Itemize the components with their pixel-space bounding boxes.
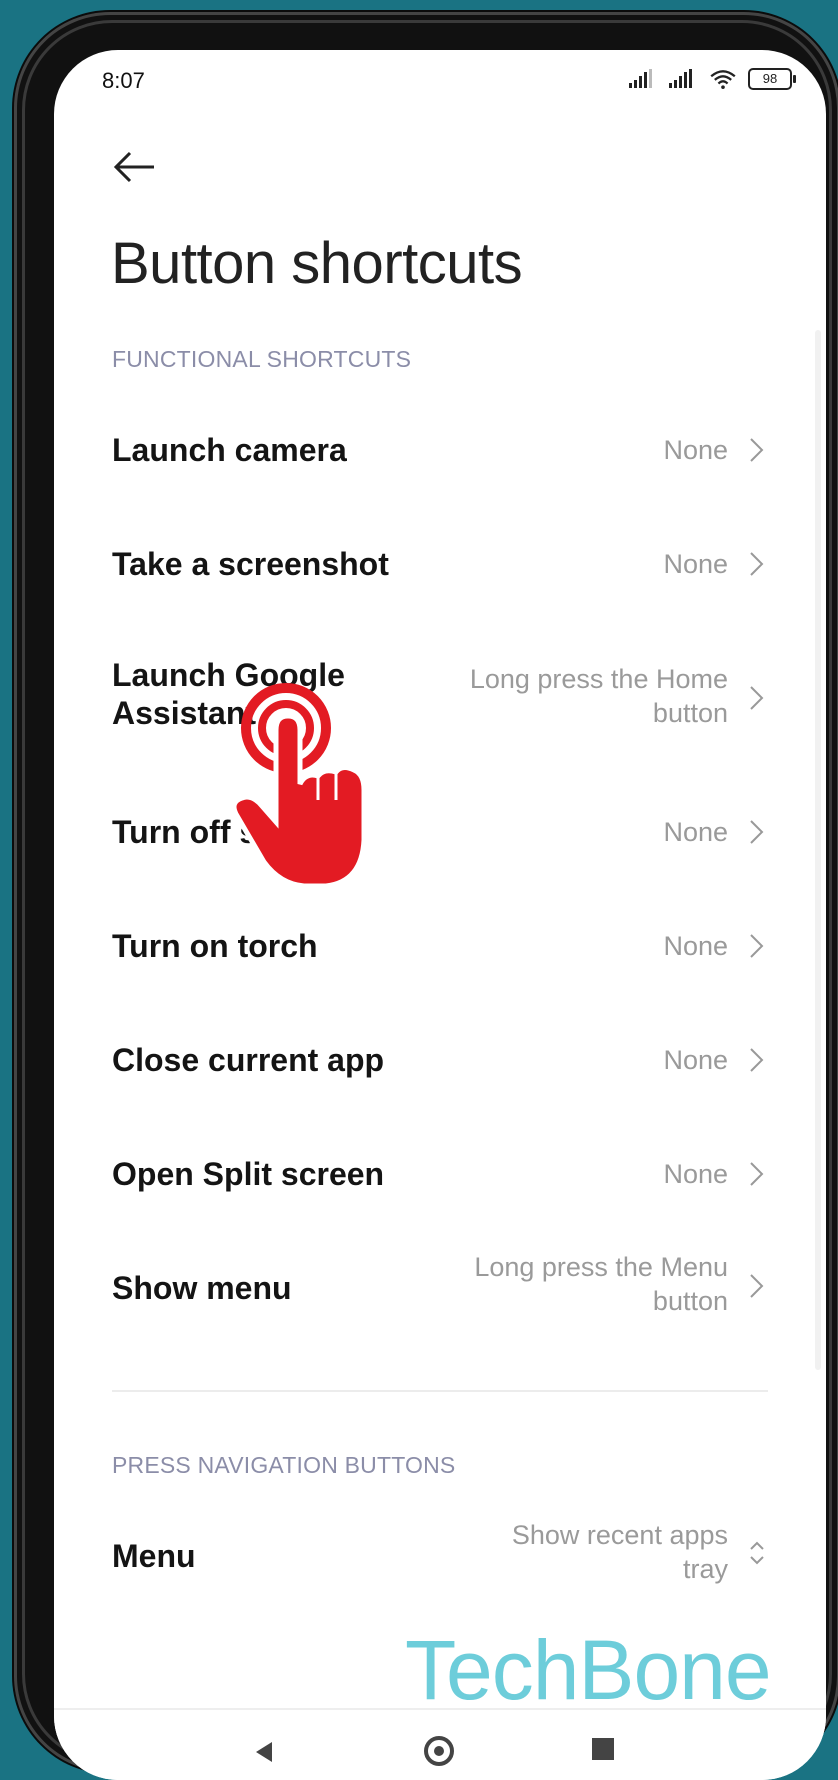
row-value: None — [663, 1159, 728, 1189]
row-value-line2: tray — [682, 1554, 728, 1584]
row-value-line1: Show recent apps — [511, 1520, 728, 1550]
chevron-up-down-icon — [750, 1541, 764, 1565]
chevron-right-icon — [750, 438, 764, 462]
row-label: Menu — [112, 1538, 196, 1574]
chevron-right-icon — [750, 552, 764, 576]
divider — [112, 1390, 768, 1392]
section-functional-shortcuts: FUNCTIONAL SHORTCUTS — [112, 346, 412, 372]
row-menu[interactable]: Menu Show recent apps tray — [112, 1506, 768, 1606]
chevron-right-icon — [750, 1274, 764, 1298]
row-value: None — [663, 931, 728, 961]
row-value: None — [663, 817, 728, 847]
tap-hand-icon — [232, 683, 367, 889]
chevron-right-icon — [750, 1048, 764, 1072]
row-label: Launch camera — [112, 432, 347, 468]
row-turn-on-torch[interactable]: Turn on torch None — [112, 918, 768, 974]
battery-icon: 98 — [748, 68, 796, 90]
nav-home-icon[interactable] — [424, 1736, 454, 1766]
phone-frame: 8:07 98 Button shortcuts FUNCTIONAL SHOR… — [14, 12, 838, 1780]
nav-recents-icon[interactable] — [592, 1738, 614, 1760]
chevron-right-icon — [750, 686, 764, 710]
signal-icon — [629, 69, 652, 88]
row-label: Show menu — [112, 1270, 292, 1306]
chevron-right-icon — [750, 1162, 764, 1186]
status-time: 8:07 — [102, 68, 145, 93]
row-take-screenshot[interactable]: Take a screenshot None — [112, 536, 768, 592]
wifi-icon — [710, 70, 736, 89]
row-value: None — [663, 435, 728, 465]
row-label: Open Split screen — [112, 1156, 385, 1192]
row-close-current-app[interactable]: Close current app None — [112, 1032, 768, 1088]
chevron-right-icon — [750, 934, 764, 958]
row-launch-google-assistant[interactable]: Launch Google Assistant Long press the H… — [112, 648, 768, 748]
row-launch-camera[interactable]: Launch camera None — [112, 422, 768, 478]
row-value-line2: button — [652, 698, 728, 728]
row-label: Turn on torch — [112, 928, 318, 964]
row-open-split-screen[interactable]: Open Split screen None — [112, 1146, 768, 1202]
nav-back-icon[interactable] — [252, 1740, 276, 1764]
signal-icon — [669, 69, 692, 88]
row-value-line1: Long press the Home — [469, 664, 728, 694]
row-value-line2: button — [652, 1286, 728, 1316]
row-label: Take a screenshot — [112, 546, 389, 582]
status-bar: 8:07 98 — [54, 50, 826, 110]
row-value: None — [663, 1045, 728, 1075]
row-label: Close current app — [112, 1042, 385, 1078]
page-title: Button shortcuts — [111, 231, 523, 296]
row-show-menu[interactable]: Show menu Long press the Menu button — [112, 1236, 768, 1336]
row-value-line1: Long press the Menu — [474, 1252, 728, 1282]
section-press-navigation-buttons: PRESS NAVIGATION BUTTONS — [112, 1452, 456, 1478]
watermark-logo: TechBone — [405, 1623, 772, 1717]
screen: 8:07 98 Button shortcuts FUNCTIONAL SHOR… — [54, 50, 826, 1780]
row-value: None — [663, 549, 728, 579]
back-arrow-icon[interactable] — [110, 142, 160, 192]
scrollbar[interactable] — [815, 330, 821, 1370]
chevron-right-icon — [750, 820, 764, 844]
status-icons: 98 — [628, 68, 796, 90]
row-turn-off-screen[interactable]: Turn off screen None — [112, 804, 768, 860]
